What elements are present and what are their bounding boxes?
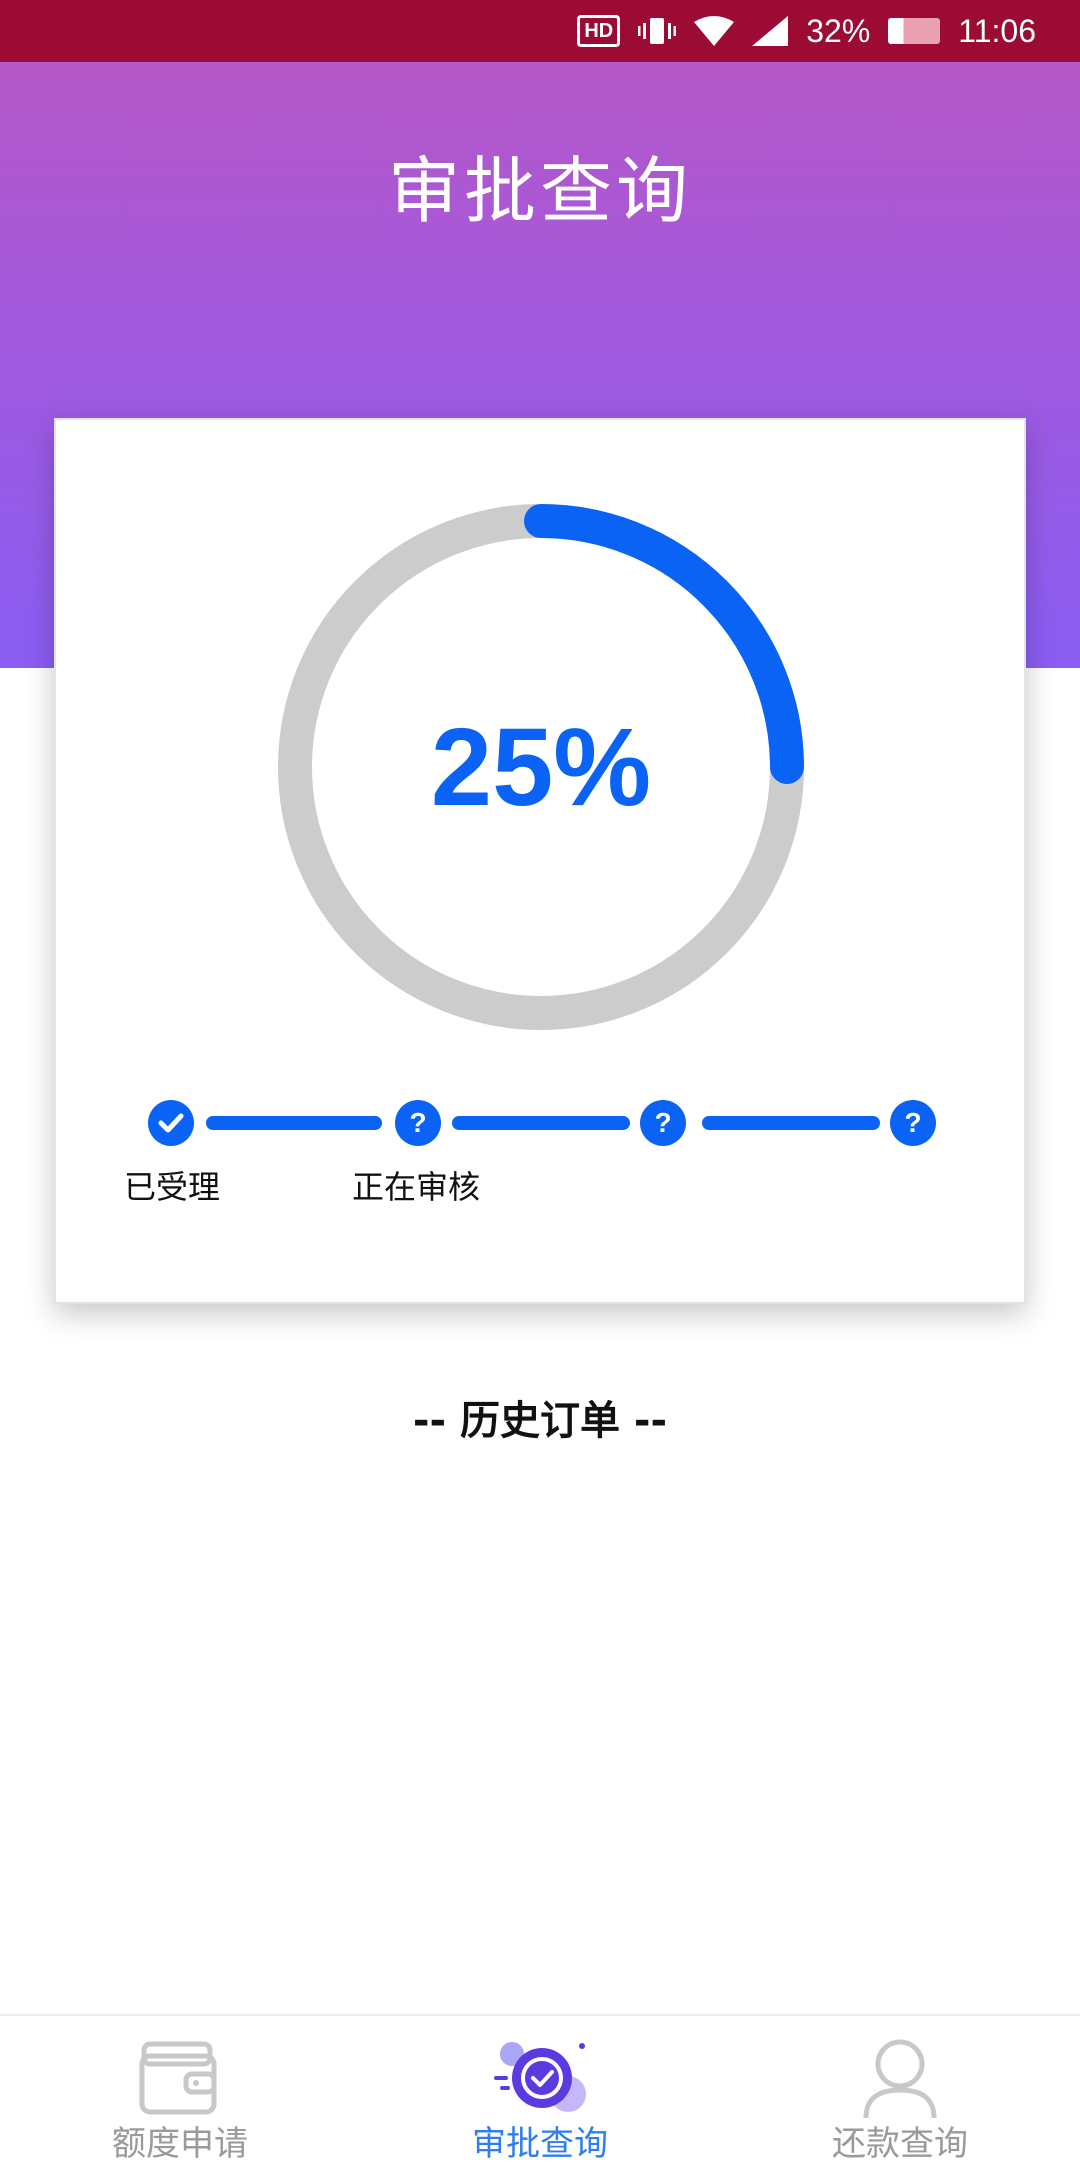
- step-2-label: 正在审核: [352, 1168, 481, 1206]
- hd-icon: HD: [577, 15, 621, 47]
- step-1-label: 已受理: [124, 1168, 221, 1206]
- nav-tab-repayment-query[interactable]: 还款查询: [720, 2016, 1080, 2164]
- approval-progress-card: 25% ? ? ? 已受理 正在审核: [54, 418, 1026, 1304]
- progress-percent: 25%: [430, 705, 652, 829]
- step-connector-1: [206, 1116, 382, 1130]
- check-icon: [158, 1113, 184, 1133]
- approval-check-icon: [494, 2042, 586, 2112]
- clock: 11:06: [958, 12, 1036, 49]
- history-orders-title: -- 历史订单 --: [412, 1398, 668, 1444]
- nav-label-repayment-query: 还款查询: [832, 2124, 968, 2164]
- status-bar: HD 32% 11:06: [0, 0, 1080, 62]
- progress-ring: 25%: [278, 504, 804, 1030]
- vibrate-icon: [638, 18, 677, 44]
- page-title: 审批查询: [387, 149, 692, 233]
- step-connector-3: [702, 1116, 880, 1130]
- step-connector-2: [452, 1116, 630, 1130]
- step-4-question-icon: ?: [890, 1100, 936, 1146]
- wallet-icon: [139, 2041, 217, 2115]
- battery-percent: 32%: [806, 12, 871, 49]
- approval-steps: ? ? ? 已受理 正在审核: [56, 1100, 1028, 1260]
- step-3-question-icon: ?: [640, 1100, 686, 1146]
- battery-icon: [888, 18, 941, 44]
- status-indicators: HD 32% 11:06: [577, 0, 1036, 62]
- step-1-done-check-icon: [148, 1100, 194, 1146]
- nav-label-credit-apply: 额度申请: [112, 2124, 248, 2164]
- signal-icon: [752, 16, 789, 46]
- step-2-question-icon: ?: [395, 1100, 441, 1146]
- nav-tab-credit-apply[interactable]: 额度申请: [0, 2016, 360, 2164]
- nav-tab-approval-query[interactable]: 审批查询: [360, 2016, 720, 2164]
- user-icon: [863, 2039, 937, 2118]
- nav-label-approval-query: 审批查询: [472, 2124, 608, 2164]
- bottom-nav: 额度申请 审批查询 还款查询: [0, 2014, 1080, 2164]
- wifi-icon: [694, 16, 735, 46]
